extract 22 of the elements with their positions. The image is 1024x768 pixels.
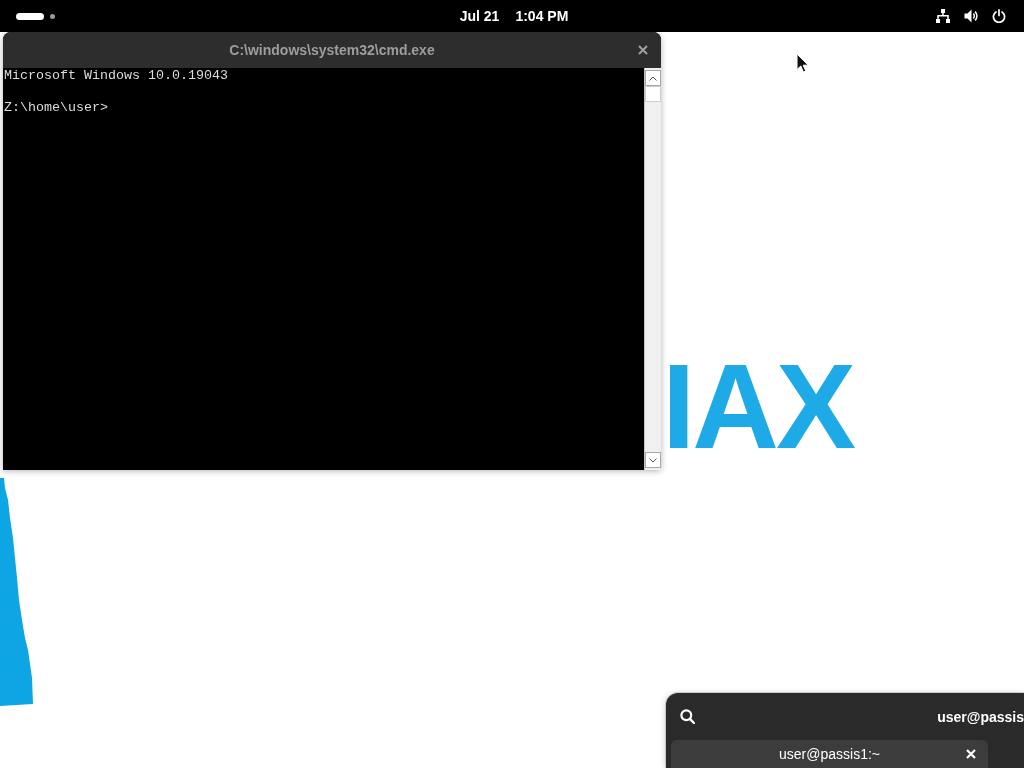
chevron-up-icon	[649, 75, 657, 81]
workspace-indicator[interactable]	[50, 13, 55, 19]
cursor-icon	[796, 53, 809, 73]
terminal-tab[interactable]: user@passis1:~	[671, 740, 988, 768]
console-prompt: Z:\home\user>	[4, 100, 108, 116]
clock-button[interactable]: Jul 21 1:04 PM	[451, 4, 577, 28]
volume-icon	[964, 9, 978, 23]
window-title: user@passis	[937, 708, 1024, 725]
wallpaper-logo-text: IAX	[662, 346, 856, 470]
scroll-up-button[interactable]	[645, 70, 661, 86]
console-output: Microsoft Windows 10.0.19043	[4, 68, 228, 84]
scroll-down-button[interactable]	[645, 452, 661, 468]
scrollbar[interactable]	[644, 68, 661, 470]
power-icon	[992, 9, 1006, 23]
scroll-thumb[interactable]	[645, 86, 661, 102]
workspace-indicator[interactable]	[16, 12, 44, 20]
search-icon	[679, 709, 695, 724]
chevron-down-icon	[649, 457, 657, 463]
window-title: C:\windows\system32\cmd.exe	[229, 42, 435, 58]
close-icon	[638, 45, 648, 55]
network-icon	[936, 9, 950, 23]
close-icon	[966, 749, 976, 759]
